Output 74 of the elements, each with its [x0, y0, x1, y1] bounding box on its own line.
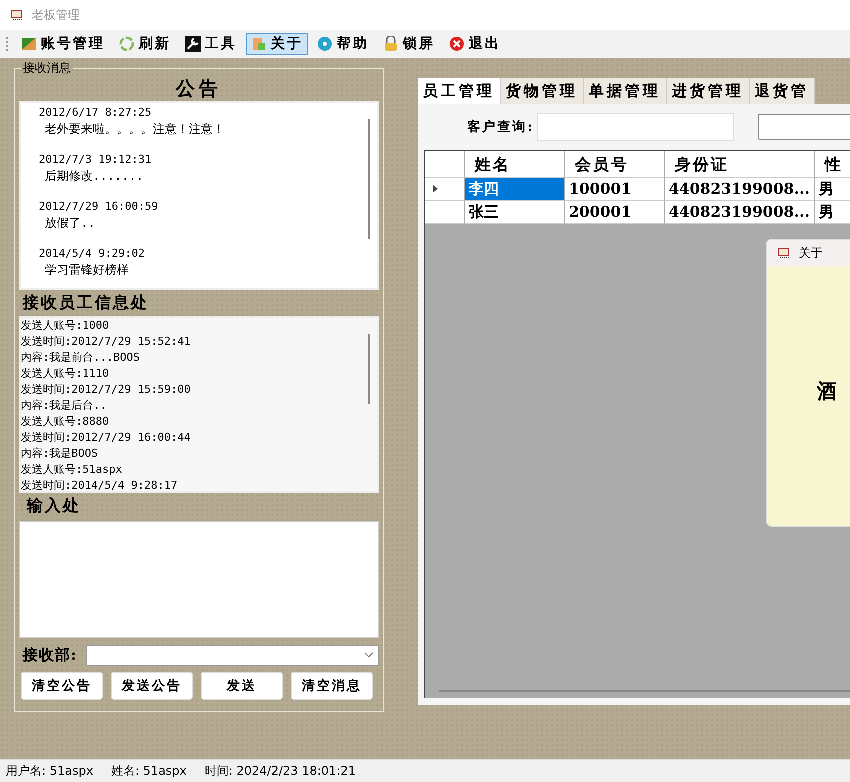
- message-line: 发送时间:2012/7/29 15:52:41: [21, 334, 192, 350]
- notice-time: 2012/7/29 16:00:59: [39, 199, 160, 215]
- table-cell: 200001: [565, 201, 665, 224]
- action-button[interactable]: 发送: [201, 672, 283, 700]
- row-header[interactable]: [425, 178, 465, 201]
- toolbar-button[interactable]: 关于: [246, 33, 308, 55]
- toolbar-button[interactable]: 工具: [180, 33, 242, 55]
- column-header[interactable]: 身份证: [665, 151, 815, 178]
- window-title: 老板管理: [32, 6, 80, 24]
- tab[interactable]: 退货管: [750, 78, 815, 104]
- close-icon: [449, 36, 465, 52]
- notice-text: 放假了..: [44, 215, 96, 232]
- status-text: 用户名: 51aspx: [6, 762, 94, 780]
- table-cell: 男: [815, 178, 850, 201]
- toolbar-button[interactable]: 退出: [444, 33, 506, 55]
- wrench-icon: [185, 36, 201, 52]
- group-legend: 接收消息: [21, 60, 73, 77]
- toolbar-button[interactable]: 锁屏: [378, 33, 440, 55]
- message-line: 发送人账号:8880: [21, 414, 110, 430]
- notice-text: 后期修改.......: [44, 168, 145, 185]
- help-icon: [317, 36, 333, 52]
- message-line: 发送时间:2012/7/29 15:59:00: [21, 382, 192, 398]
- picture-icon: [21, 36, 37, 52]
- input-field[interactable]: [758, 114, 850, 140]
- notice-time: 2014/5/4 9:29:02: [39, 246, 146, 262]
- search-field[interactable]: [536, 113, 734, 141]
- tab[interactable]: 货物管理: [501, 78, 584, 104]
- scrollbar[interactable]: [439, 690, 850, 692]
- column-header[interactable]: 会员号: [565, 151, 665, 178]
- receiver-dropdown[interactable]: [86, 644, 379, 666]
- message-line: 内容:我是前台...BOOS: [21, 350, 141, 366]
- status-text: 时间: 2024/2/23 18:01:21: [204, 762, 356, 780]
- search-label: 客户查询:: [466, 118, 535, 136]
- message-input[interactable]: [19, 521, 379, 638]
- caret-icon: [364, 652, 374, 658]
- table-cell: 440823199008...: [665, 178, 815, 201]
- dialog-title: 关于: [799, 244, 823, 262]
- message-line: 内容:我是后台..: [21, 398, 108, 414]
- toolbar-button[interactable]: 账号管理: [16, 33, 110, 55]
- tab[interactable]: 进货管理: [667, 78, 750, 104]
- action-button[interactable]: 清空消息: [291, 672, 373, 700]
- tab[interactable]: 员工管理: [418, 78, 501, 104]
- section-heading: 接收员工信息处: [22, 292, 150, 314]
- table-cell: 100001: [565, 178, 665, 201]
- table-cell: 440823199008...: [665, 201, 815, 224]
- tab[interactable]: 单据管理: [584, 78, 667, 104]
- message-line: 发送人账号:1110: [21, 366, 110, 382]
- notice-text: 学习雷锋好榜样: [44, 262, 130, 279]
- notice-time: 2012/7/3 19:12:31: [39, 152, 153, 168]
- message-line: 发送时间:2014/5/4 9:28:17: [21, 478, 179, 491]
- section-heading: 输入处: [26, 495, 82, 517]
- message-line: 内容:我是BOOS: [21, 446, 100, 462]
- action-button[interactable]: 清空公告: [21, 672, 103, 700]
- receiver-label: 接收部:: [22, 646, 78, 664]
- table-cell: 张三: [465, 201, 565, 224]
- notice-time: 2012/6/17 8:27:25: [39, 105, 153, 121]
- message-line: 发送人账号:1000: [21, 318, 110, 334]
- row-header[interactable]: [425, 201, 465, 224]
- notice-text: 老外要来啦。。。。注意！注意！: [44, 121, 226, 138]
- table-cell: 李四: [465, 178, 565, 201]
- lock-icon: [383, 36, 399, 52]
- toolbar-button[interactable]: 刷新: [114, 33, 176, 55]
- table-cell: 男: [815, 201, 850, 224]
- current-row-icon: [433, 185, 438, 193]
- document-icon: [251, 36, 267, 52]
- toolbar-button[interactable]: 帮助: [312, 33, 374, 55]
- message-line: 发送时间:2012/7/29 16:00:44: [21, 430, 192, 446]
- section-heading: 公告: [174, 77, 223, 101]
- message-line: 发送人账号:51aspx: [21, 462, 124, 478]
- action-button[interactable]: 发送公告: [111, 672, 193, 700]
- status-text: 姓名: 51aspx: [111, 762, 187, 780]
- refresh-icon: [119, 36, 135, 52]
- dialog-text: 酒: [817, 379, 837, 403]
- column-header[interactable]: 姓名: [465, 151, 565, 178]
